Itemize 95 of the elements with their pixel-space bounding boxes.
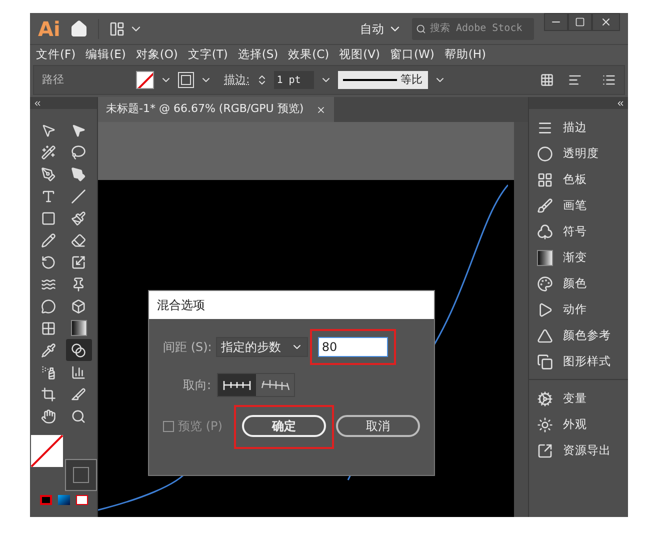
workspace-layout-icon[interactable] (109, 20, 126, 36)
collapse-icon[interactable] (616, 98, 625, 108)
eraser-icon (71, 232, 86, 248)
circle-icon (537, 146, 553, 162)
panel-item[interactable]: 图形样式 (529, 349, 628, 375)
rectangle-icon (41, 210, 56, 226)
eyedropper-icon (41, 342, 56, 358)
pin-icon (71, 276, 86, 292)
collapse-icon[interactable] (33, 98, 42, 108)
lasso-icon (71, 144, 86, 160)
document-title: 未标题-1* @ 66.67% (RGB/GPU 预览) (106, 101, 304, 118)
sun-icon (537, 417, 553, 433)
profile-label: 等比 (400, 72, 423, 88)
align-to-page-icon (222, 379, 252, 391)
panel-item[interactable]: 色板 (529, 167, 628, 193)
object-type-label: 路径 (42, 72, 65, 88)
zoom-icon (71, 408, 86, 424)
search-icon (416, 22, 426, 34)
panel-item[interactable]: 透明度 (529, 141, 628, 167)
brush-icon (537, 198, 553, 214)
scale-icon (71, 254, 86, 270)
menu-item[interactable]: 选择(S) (238, 46, 278, 64)
spacing-dropdown[interactable]: 指定的步数 (216, 337, 308, 357)
orientation-toggle[interactable] (218, 374, 256, 396)
close-button[interactable] (592, 13, 620, 31)
maximize-button[interactable] (568, 13, 592, 31)
dialog-title: 混合选项 (157, 297, 205, 314)
copy-icon (537, 354, 553, 370)
fill-swatch-drawing[interactable] (136, 71, 154, 89)
paintbrush-icon (71, 210, 86, 226)
fill-swatch-drawing[interactable] (30, 435, 62, 467)
tool-button[interactable] (66, 339, 92, 361)
gradient-mode-icon[interactable] (58, 495, 70, 505)
panel-item[interactable]: 动作 (529, 297, 628, 323)
steps-field[interactable]: 80 (318, 337, 388, 357)
panel-item[interactable]: 资源导出 (529, 438, 628, 464)
none-mode-icon[interactable] (76, 495, 88, 505)
stroke-profile-dropdown[interactable]: 等比 (338, 71, 428, 89)
menu-item[interactable]: 对象(O) (136, 46, 178, 64)
export-icon (537, 443, 553, 459)
align-to-path-icon (260, 379, 290, 391)
spray-can-icon (41, 364, 56, 380)
type-icon (41, 188, 56, 204)
grid-icon (537, 172, 553, 188)
close-icon[interactable] (316, 104, 326, 114)
list-icon[interactable] (602, 73, 616, 87)
panel-item[interactable]: 外观 (529, 412, 628, 438)
panel-item[interactable]: 变量 (529, 386, 628, 412)
align-icon[interactable] (568, 73, 582, 87)
palette-icon (537, 276, 553, 292)
dialog-button[interactable]: 取消 (336, 415, 420, 437)
pencil-icon (41, 232, 56, 248)
menu-item[interactable]: 视图(V) (339, 46, 380, 64)
play-icon (537, 302, 553, 318)
bar-chart-icon (71, 364, 86, 380)
stroke-swatch-icon[interactable] (64, 459, 96, 491)
gradient-icon (70, 320, 86, 336)
hand-icon (41, 408, 56, 424)
panel-item[interactable]: 颜色参考 (529, 323, 628, 349)
lines-icon (537, 120, 553, 136)
knife-icon (71, 386, 86, 402)
search-field[interactable]: 搜索 Adobe Stock (412, 18, 534, 40)
direct-selection-arrow-icon (71, 122, 86, 138)
maximize-icon (575, 17, 585, 27)
color-mode-icon[interactable] (40, 495, 52, 505)
triangle-icon (537, 328, 553, 344)
menu-item[interactable]: 文件(F) (36, 46, 76, 64)
menu-item[interactable]: 帮助(H) (444, 46, 486, 64)
close-icon (600, 16, 612, 28)
selection-arrow-icon (41, 122, 56, 138)
spacing-label: 间距 (S): (163, 339, 212, 356)
gradient-icon (537, 250, 553, 266)
magic-wand-icon (41, 144, 56, 160)
home-icon[interactable] (70, 20, 88, 38)
menu-item[interactable]: 文字(T) (188, 46, 228, 64)
menu-item[interactable]: 效果(C) (288, 46, 330, 64)
panel-item[interactable]: 颜色 (529, 271, 628, 297)
club-icon (537, 224, 553, 240)
rotate-icon (41, 254, 56, 270)
document-tab[interactable]: 未标题-1* @ 66.67% (RGB/GPU 预览) (98, 97, 334, 122)
orientation-label: 取向: (183, 377, 212, 394)
panel-item[interactable]: 符号 (529, 219, 628, 245)
menu-item[interactable]: 编辑(E) (86, 46, 126, 64)
vertical-scrollbar[interactable] (514, 122, 528, 517)
panel-item[interactable]: 渐变 (529, 245, 628, 271)
workspace-switcher[interactable]: 自动 (360, 20, 402, 38)
panel-item[interactable]: 描边 (529, 115, 628, 141)
panel-item[interactable]: 画笔 (529, 193, 628, 219)
app-logo: Ai (38, 16, 60, 42)
stroke-label[interactable]: 描边: (224, 72, 250, 88)
stroke-weight-field[interactable]: 1 pt (274, 71, 314, 89)
menu-item[interactable]: 窗口(W) (390, 46, 434, 64)
grid-icon[interactable] (540, 73, 554, 87)
dialog-button[interactable]: 确定 (242, 415, 326, 437)
line-icon (71, 188, 86, 204)
